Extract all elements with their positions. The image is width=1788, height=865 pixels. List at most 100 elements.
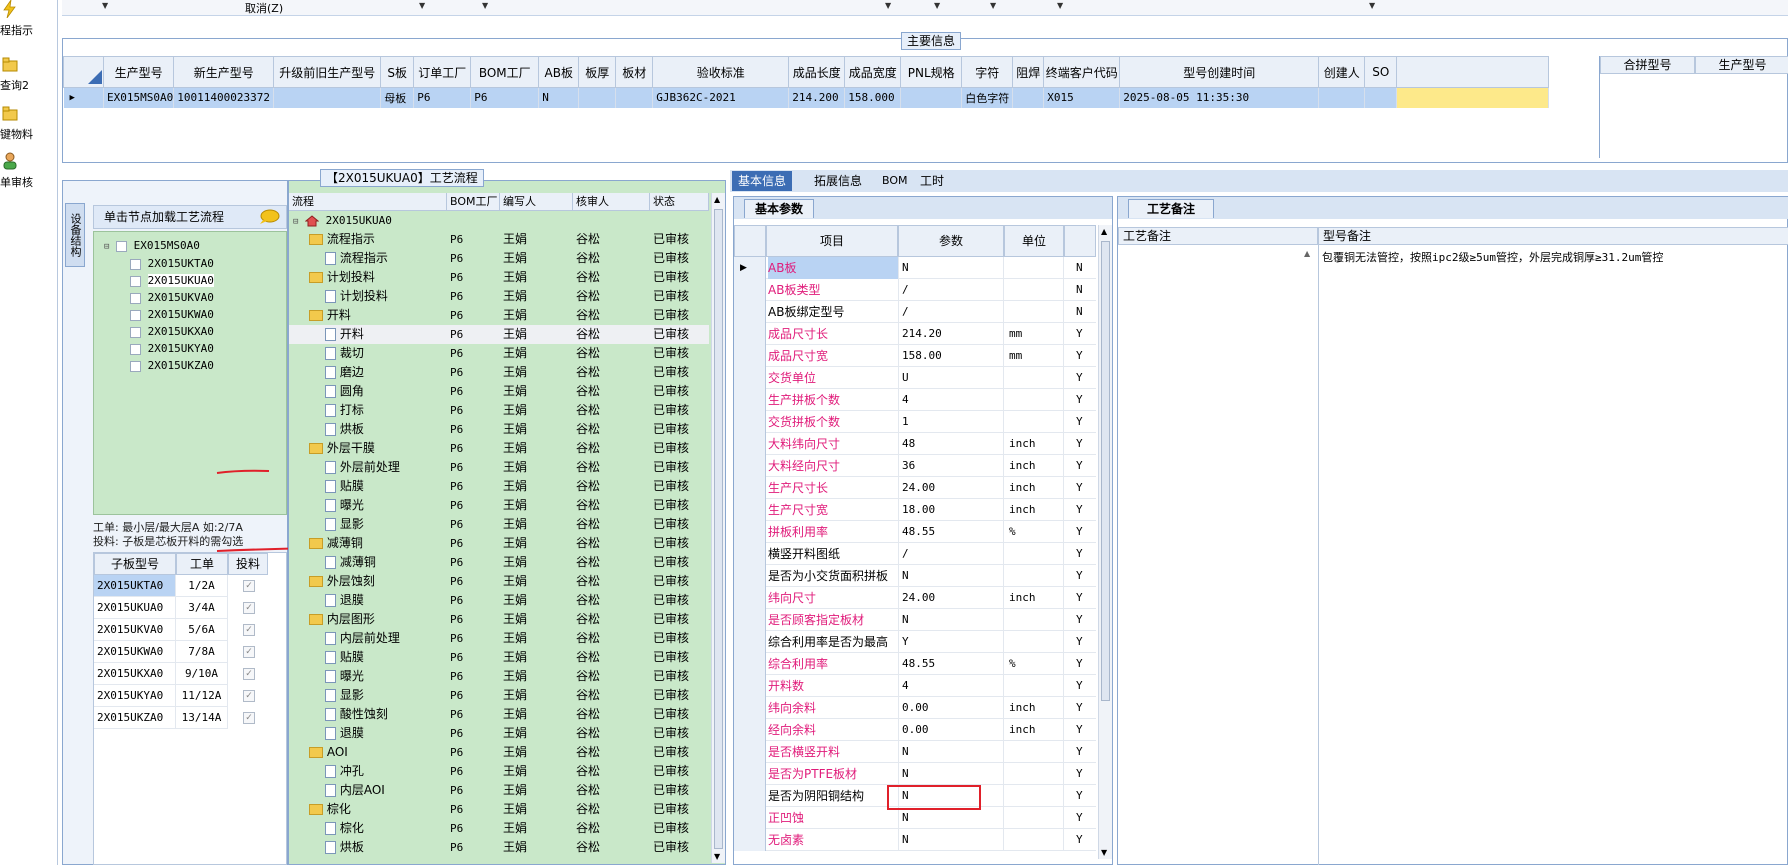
sub-row-model[interactable]: 2X015UKWA0 — [94, 641, 176, 663]
column-header[interactable]: 成品宽度 — [844, 56, 902, 88]
params-row[interactable]: 综合利用率是否为最高 Y Y — [734, 631, 1096, 653]
process-row[interactable]: 磨边 P6 王娟 谷松 已审核 — [289, 363, 709, 382]
param-value[interactable]: 158.00 — [898, 345, 1004, 367]
process-row[interactable]: 酸性蚀刻 P6 王娟 谷松 已审核 — [289, 705, 709, 724]
grid-cell[interactable] — [615, 87, 654, 108]
process-row[interactable]: 棕化 P6 王娟 谷松 已审核 — [289, 819, 709, 838]
process-row[interactable]: 减薄铜 P6 王娟 谷松 已审核 — [289, 553, 709, 572]
param-value[interactable]: 1 — [898, 411, 1004, 433]
param-value[interactable]: 24.00 — [898, 587, 1004, 609]
grid-cell[interactable]: 158.000 — [844, 87, 902, 108]
param-value[interactable]: 36 — [898, 455, 1004, 477]
side-tab-structure[interactable]: 设备结构 — [65, 203, 85, 267]
process-row[interactable]: 烘板 P6 王娟 谷松 已审核 — [289, 838, 709, 857]
param-value[interactable]: N — [898, 609, 1004, 631]
process-row[interactable]: 内层图形 P6 王娟 谷松 已审核 — [289, 610, 709, 629]
process-row[interactable]: 外层干膜 P6 王娟 谷松 已审核 — [289, 439, 709, 458]
sub-row-order[interactable]: 3/4A — [176, 597, 228, 619]
grid-cell[interactable] — [1318, 87, 1366, 108]
model-note-text[interactable]: 包覆铜无法管控，按照ipc2级≥5um管控，外层完成铜厚≥31.2um管控 — [1322, 249, 1787, 265]
param-value[interactable]: Y — [898, 631, 1004, 653]
grid-cell[interactable] — [578, 87, 617, 108]
column-header[interactable]: BOM工厂 — [470, 56, 540, 88]
param-value[interactable]: N — [898, 741, 1004, 763]
sub-row-feed-checkbox[interactable]: ✓ — [243, 602, 255, 614]
scroll-up-icon[interactable]: ▲ — [1304, 249, 1310, 258]
sub-row-model[interactable]: 2X015UKYA0 — [94, 685, 176, 707]
sub-row-feed-checkbox[interactable]: ✓ — [243, 646, 255, 658]
production-model-header[interactable]: 生产型号 — [1695, 56, 1788, 74]
process-row[interactable]: 棕化 P6 王娟 谷松 已审核 — [289, 800, 709, 819]
process-row[interactable]: 曝光 P6 王娟 谷松 已审核 — [289, 496, 709, 515]
process-row[interactable]: 裁切 P6 王娟 谷松 已审核 — [289, 344, 709, 363]
tab-work-hours[interactable]: 工时 — [914, 171, 950, 191]
param-value[interactable]: 48.55 — [898, 521, 1004, 543]
sub-row-feed-checkbox[interactable]: ✓ — [243, 668, 255, 680]
sub-row-feed-checkbox[interactable]: ✓ — [243, 624, 255, 636]
process-column-header[interactable]: 流程 — [289, 193, 447, 211]
param-value[interactable]: 4 — [898, 389, 1004, 411]
params-row[interactable]: 是否为PTFE板材 N Y — [734, 763, 1096, 785]
params-row[interactable]: 综合利用率 48.55% Y — [734, 653, 1096, 675]
scroll-up-icon[interactable]: ▲ — [1101, 227, 1107, 236]
params-scrollbar[interactable]: ▲ ▼ — [1098, 225, 1112, 859]
param-value[interactable]: 0.00 — [898, 697, 1004, 719]
grid-cell[interactable] — [273, 87, 382, 108]
process-row[interactable]: 开料 P6 王娟 谷松 已审核 — [289, 325, 709, 344]
param-value[interactable]: N — [898, 763, 1004, 785]
grid-cell[interactable]: N — [538, 87, 580, 108]
grid-cell[interactable]: P6 — [470, 87, 540, 108]
dropdown-arrow-icon[interactable]: ▼ — [102, 1, 108, 10]
scroll-thumb[interactable] — [1101, 241, 1110, 701]
scroll-up-icon[interactable]: ▲ — [714, 195, 720, 204]
sub-row-order[interactable]: 5/6A — [176, 619, 228, 641]
rail-item-material[interactable]: 键物料 — [0, 104, 58, 148]
process-row[interactable]: 内层AOI P6 王娟 谷松 已审核 — [289, 781, 709, 800]
params-column-header[interactable]: 单位 — [1004, 225, 1064, 257]
column-header[interactable]: 板厚 — [578, 56, 617, 88]
param-value[interactable]: 214.20 — [898, 323, 1004, 345]
column-header[interactable]: 阻焊 — [1012, 56, 1045, 88]
params-row[interactable]: 生产拼板个数 4 Y — [734, 389, 1096, 411]
grid-cell[interactable] — [1012, 87, 1045, 108]
params-row[interactable]: 横竖开料图纸 / Y — [734, 543, 1096, 565]
grid-cell[interactable]: 母板 — [380, 87, 415, 108]
column-header[interactable]: AB板 — [538, 56, 580, 88]
dropdown-arrow-icon[interactable]: ▼ — [934, 1, 940, 10]
column-header[interactable]: PNL规格 — [900, 56, 963, 88]
param-value[interactable]: N — [898, 257, 1004, 279]
process-row[interactable]: 计划投料 P6 王娟 谷松 已审核 — [289, 268, 709, 287]
grid-cell[interactable]: EX015MS0A0 — [103, 87, 175, 108]
process-column-header[interactable]: 状态 — [650, 193, 709, 211]
param-value[interactable]: 0.00 — [898, 719, 1004, 741]
dropdown-arrow-icon[interactable]: ▼ — [990, 1, 996, 10]
process-row[interactable]: 曝光 P6 王娟 谷松 已审核 — [289, 667, 709, 686]
process-row[interactable]: 内层前处理 P6 王娟 谷松 已审核 — [289, 629, 709, 648]
grid-cell[interactable]: 白色字符 — [961, 87, 1014, 108]
params-row[interactable]: 生产尺寸长 24.00 inch Y — [734, 477, 1096, 499]
column-header[interactable]: 升级前旧生产型号 — [273, 56, 382, 88]
sub-row-model[interactable]: 2X015UKXA0 — [94, 663, 176, 685]
column-header[interactable]: 新生产型号 — [173, 56, 275, 88]
grid-cell[interactable]: P6 — [413, 87, 472, 108]
params-row[interactable]: 经向余料 0.00 inch Y — [734, 719, 1096, 741]
param-value[interactable]: / — [898, 301, 1004, 323]
process-row[interactable]: 显影 P6 王娟 谷松 已审核 — [289, 686, 709, 705]
param-value[interactable]: / — [898, 279, 1004, 301]
sub-row-feed-checkbox[interactable]: ✓ — [243, 580, 255, 592]
rail-item-review[interactable]: 单审核 — [0, 152, 58, 196]
process-row[interactable]: 贴膜 P6 王娟 谷松 已审核 — [289, 477, 709, 496]
process-row[interactable]: 流程指示 P6 王娟 谷松 已审核 — [289, 249, 709, 268]
process-row[interactable]: 贴膜 P6 王娟 谷松 已审核 — [289, 648, 709, 667]
params-row[interactable]: 交货拼板个数 1 Y — [734, 411, 1096, 433]
param-value[interactable]: N — [898, 565, 1004, 587]
params-row[interactable]: 交货单位 U Y — [734, 367, 1096, 389]
grid-cell[interactable] — [900, 87, 963, 108]
params-row[interactable]: 生产尺寸宽 18.00 inch Y — [734, 499, 1096, 521]
params-row[interactable]: AB板类型 / N — [734, 279, 1096, 301]
rail-item-query[interactable]: 查询2 — [0, 55, 58, 99]
process-row[interactable]: 打标 P6 王娟 谷松 已审核 — [289, 401, 709, 420]
merged-model-header[interactable]: 合拼型号 — [1600, 56, 1695, 74]
dropdown-arrow-icon[interactable]: ▼ — [1057, 1, 1063, 10]
params-row[interactable]: 开料数 4 Y — [734, 675, 1096, 697]
